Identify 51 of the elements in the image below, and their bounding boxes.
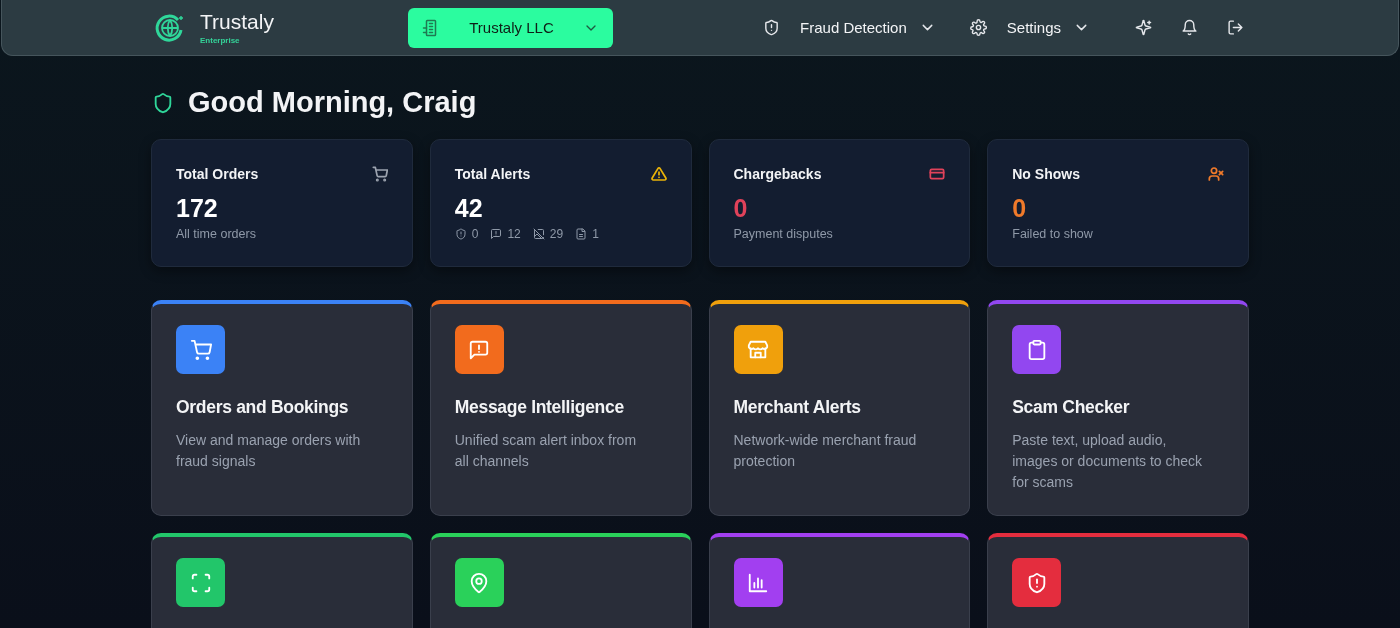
feature-title: Scam Checker — [1012, 397, 1131, 418]
settings-icon — [969, 19, 987, 36]
organization-selector[interactable]: Trustaly LLC — [408, 7, 613, 48]
sparkles-icon — [1135, 19, 1152, 36]
feature-description: View and manage orders with fraud signals — [176, 431, 362, 471]
feature-title: Message Intelligence — [454, 397, 625, 418]
feature-card[interactable]: Orders and Bookings View and manage orders with fraud signals — [151, 300, 413, 516]
ai-sparkles-button[interactable] — [1135, 19, 1152, 36]
scan-icon — [189, 571, 212, 594]
stat-value: 172 — [176, 194, 219, 223]
shield-alert-icon — [763, 19, 781, 36]
feature-card[interactable]: Scam Checker Paste text, upload audio, images or documents to check for scams — [987, 300, 1249, 516]
stat-caption: Failed to show — [1012, 227, 1094, 241]
document-icon — [575, 228, 588, 240]
feature-card[interactable]: Message Intelligence Unified scam alert inbox from all channels — [429, 300, 692, 516]
logout-icon — [1227, 19, 1244, 36]
stat-value: 42 — [454, 194, 484, 223]
shield-icon — [152, 91, 174, 114]
store-icon — [747, 338, 769, 361]
stat-value: 0 — [1012, 194, 1028, 223]
nav-menu-button[interactable]: Settings — [969, 19, 1090, 36]
feature-description: Paste text, upload audio, images or documents to check for scams — [1012, 431, 1204, 492]
alert-count: 0 — [471, 227, 479, 241]
image-off-icon — [532, 228, 545, 240]
stat-title: No Shows — [1012, 166, 1080, 182]
alert-count: 12 — [507, 227, 521, 241]
message-alert-icon — [468, 338, 491, 361]
brand-name: Trustaly — [200, 10, 274, 32]
feature-title: Orders and Bookings — [176, 397, 350, 418]
greeting-heading: Good Morning, Craig — [188, 86, 477, 119]
stat-title: Total Alerts — [454, 166, 531, 182]
cart-icon — [189, 338, 212, 361]
bar-chart-icon — [747, 571, 769, 594]
alert-count: 1 — [592, 227, 599, 241]
logout-button[interactable] — [1227, 19, 1244, 36]
shield-alert-icon — [454, 228, 467, 240]
feature-description: Unified scam alert inbox from all channels — [454, 431, 638, 471]
feature-title: Merchant Alerts — [733, 397, 862, 418]
bell-icon — [1181, 19, 1198, 36]
feature-description: Network-wide merchant fraud protection — [733, 431, 918, 471]
notifications-button[interactable] — [1181, 19, 1198, 36]
nav-menu-button[interactable]: Fraud Detection — [763, 19, 936, 36]
feature-card[interactable]: Merchant Alerts Network-wide merchant fraud protection — [708, 300, 971, 516]
message-alert-icon — [490, 228, 503, 240]
stat-title: Chargebacks — [733, 166, 822, 182]
stat-caption: All time orders — [176, 227, 257, 241]
edition-label: Enterprise — [200, 35, 241, 45]
stat-value: 0 — [733, 194, 749, 223]
stat-title: Total Orders — [176, 166, 259, 182]
alert-count: 29 — [549, 227, 564, 241]
stat-caption: Payment disputes — [733, 227, 834, 241]
